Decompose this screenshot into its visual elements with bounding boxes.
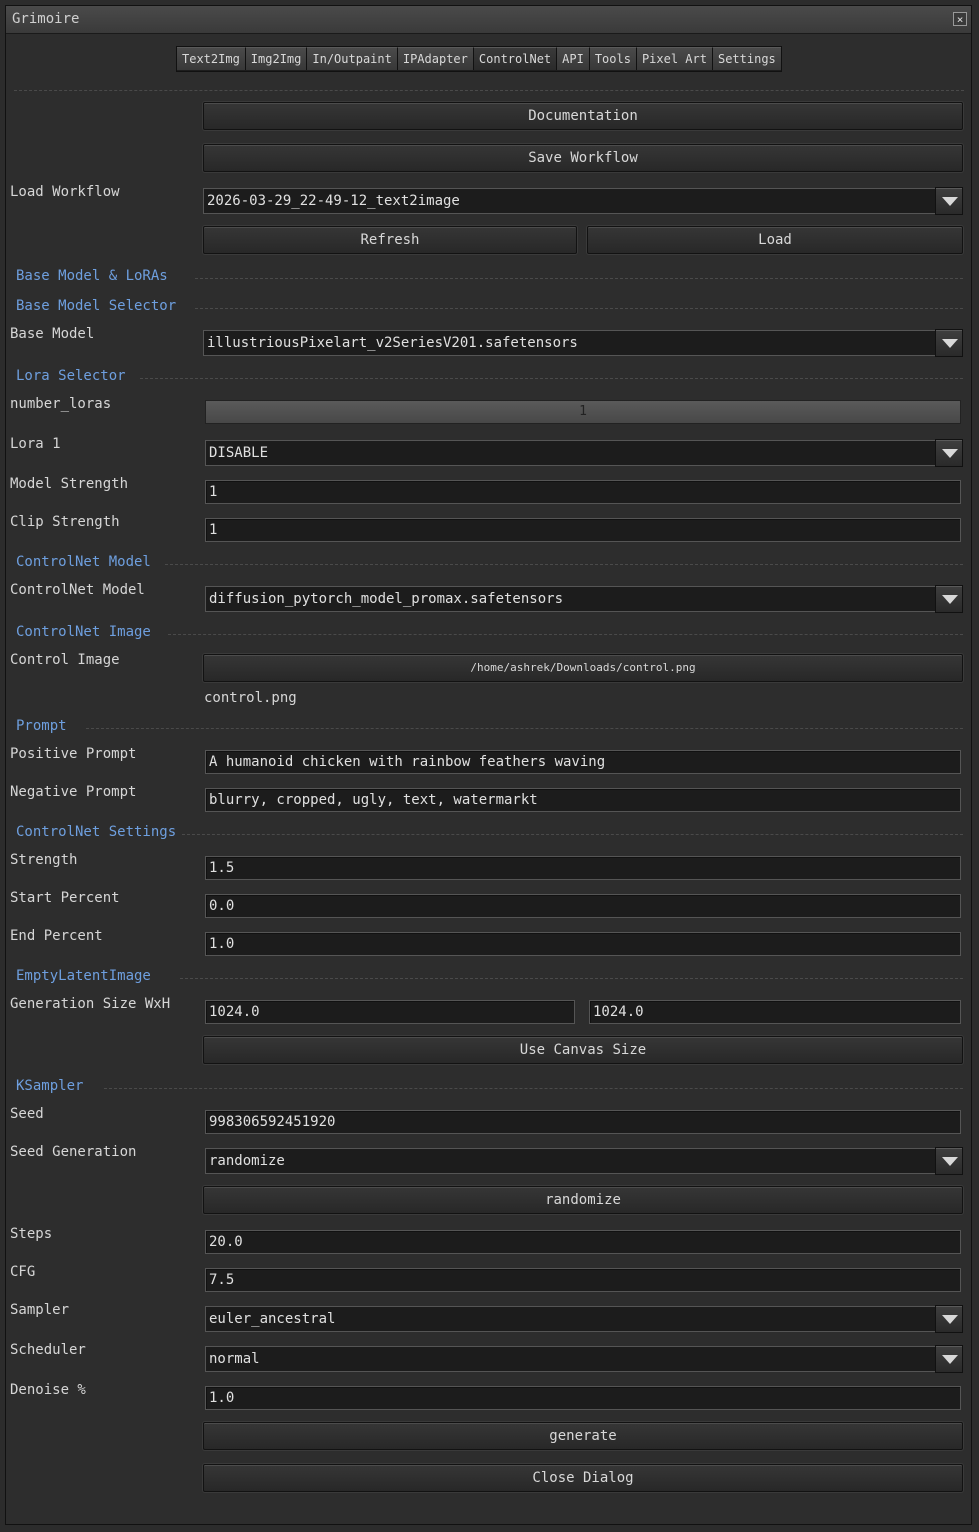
- window-title: Grimoire: [12, 11, 80, 27]
- tab-pixel-art[interactable]: Pixel Art: [635, 47, 712, 70]
- load-button[interactable]: Load: [587, 226, 963, 254]
- divider: [86, 728, 963, 729]
- section-controlnet-settings: ControlNet Settings: [16, 824, 177, 840]
- strength-input[interactable]: 1.5: [205, 856, 961, 880]
- divider: [140, 378, 963, 379]
- denoise-label: Denoise %: [10, 1382, 86, 1398]
- chevron-down-icon[interactable]: [935, 187, 963, 215]
- divider: [180, 978, 963, 979]
- scheduler-select[interactable]: normal: [205, 1346, 936, 1372]
- end-percent-input[interactable]: 1.0: [205, 932, 961, 956]
- width-input[interactable]: 1024.0: [205, 1000, 575, 1024]
- tab-text2img[interactable]: Text2Img: [177, 47, 245, 70]
- base-model-select[interactable]: illustriousPixelart_v2SeriesV201.safeten…: [203, 330, 936, 356]
- documentation-button[interactable]: Documentation: [203, 102, 963, 130]
- load-workflow-select[interactable]: 2026-03-29_22-49-12_text2image: [203, 188, 936, 214]
- positive-prompt-label: Positive Prompt: [10, 746, 137, 762]
- positive-prompt-input[interactable]: A humanoid chicken with rainbow feathers…: [205, 750, 961, 774]
- section-empty-latent-image: EmptyLatentImage: [16, 968, 151, 984]
- steps-input[interactable]: 20.0: [205, 1230, 961, 1254]
- refresh-button[interactable]: Refresh: [203, 226, 577, 254]
- generation-size-label: Generation Size WxH: [10, 996, 171, 1012]
- save-workflow-button[interactable]: Save Workflow: [203, 144, 963, 172]
- start-percent-input[interactable]: 0.0: [205, 894, 961, 918]
- tab-settings[interactable]: Settings: [711, 47, 781, 70]
- chevron-down-icon[interactable]: [935, 1147, 963, 1175]
- chevron-down-icon[interactable]: [935, 585, 963, 613]
- tab-ipadapter[interactable]: IPAdapter: [396, 47, 473, 70]
- number-loras-label: number_loras: [10, 396, 112, 412]
- sampler-label: Sampler: [10, 1302, 70, 1318]
- chevron-down-icon[interactable]: [935, 1305, 963, 1333]
- use-canvas-size-button[interactable]: Use Canvas Size: [203, 1036, 963, 1064]
- section-prompt: Prompt: [16, 718, 67, 734]
- start-percent-label: Start Percent: [10, 890, 120, 906]
- randomize-button[interactable]: randomize: [203, 1186, 963, 1214]
- seed-label: Seed: [10, 1106, 44, 1122]
- section-base-model-selector: Base Model Selector: [16, 298, 177, 314]
- tab-controlnet[interactable]: ControlNet: [472, 47, 557, 70]
- section-controlnet-image: ControlNet Image: [16, 624, 151, 640]
- control-image-picker-button[interactable]: /home/ashrek/Downloads/control.png: [203, 654, 963, 682]
- tab-bar: Text2Img Img2Img In/Outpaint IPAdapter Contr…: [176, 46, 782, 72]
- tab-tools[interactable]: Tools: [588, 47, 636, 70]
- denoise-input[interactable]: 1.0: [205, 1386, 961, 1410]
- clip-strength-input[interactable]: 1: [205, 518, 961, 542]
- clip-strength-label: Clip Strength: [10, 514, 120, 530]
- seed-generation-select[interactable]: randomize: [205, 1148, 936, 1174]
- divider: [14, 90, 964, 91]
- section-base-model-loras: Base Model & LoRAs: [16, 268, 168, 284]
- section-ksampler: KSampler: [16, 1078, 84, 1094]
- control-image-filename: control.png: [204, 690, 297, 706]
- seed-generation-label: Seed Generation: [10, 1144, 137, 1160]
- tab-img2img[interactable]: Img2Img: [244, 47, 307, 70]
- section-lora-selector: Lora Selector: [16, 368, 126, 384]
- controlnet-model-label: ControlNet Model: [10, 582, 145, 598]
- close-dialog-button[interactable]: Close Dialog: [203, 1464, 963, 1492]
- controlnet-model-select[interactable]: diffusion_pytorch_model_promax.safetenso…: [205, 586, 936, 612]
- tab-api[interactable]: API: [556, 47, 589, 70]
- chevron-down-icon[interactable]: [935, 1345, 963, 1373]
- number-loras-slider[interactable]: 1: [205, 400, 961, 424]
- seed-input[interactable]: 998306592451920: [205, 1110, 961, 1134]
- model-strength-label: Model Strength: [10, 476, 129, 492]
- lora1-label: Lora 1: [10, 436, 61, 452]
- chevron-down-icon[interactable]: [935, 329, 963, 357]
- strength-label: Strength: [10, 852, 78, 868]
- steps-label: Steps: [10, 1226, 53, 1242]
- base-model-label: Base Model: [10, 326, 95, 342]
- chevron-down-icon[interactable]: [935, 439, 963, 467]
- end-percent-label: End Percent: [10, 928, 103, 944]
- tab-in-outpaint[interactable]: In/Outpaint: [306, 47, 397, 70]
- divider: [165, 564, 963, 565]
- scheduler-label: Scheduler: [10, 1342, 86, 1358]
- divider: [104, 1088, 963, 1089]
- load-workflow-label: Load Workflow: [10, 184, 120, 200]
- divider: [168, 634, 963, 635]
- title-bar[interactable]: Grimoire ×: [6, 6, 971, 34]
- height-input[interactable]: 1024.0: [589, 1000, 961, 1024]
- generate-button[interactable]: generate: [203, 1422, 963, 1450]
- model-strength-input[interactable]: 1: [205, 480, 961, 504]
- control-image-label: Control Image: [10, 652, 120, 668]
- divider: [182, 834, 963, 835]
- close-icon[interactable]: ×: [953, 12, 967, 26]
- divider: [195, 278, 963, 279]
- divider: [195, 308, 963, 309]
- lora1-select[interactable]: DISABLE: [205, 440, 936, 466]
- sampler-select[interactable]: euler_ancestral: [205, 1306, 936, 1332]
- section-controlnet-model: ControlNet Model: [16, 554, 151, 570]
- negative-prompt-label: Negative Prompt: [10, 784, 137, 800]
- cfg-label: CFG: [10, 1264, 36, 1280]
- cfg-input[interactable]: 7.5: [205, 1268, 961, 1292]
- negative-prompt-input[interactable]: blurry, cropped, ugly, text, watermarkt: [205, 788, 961, 812]
